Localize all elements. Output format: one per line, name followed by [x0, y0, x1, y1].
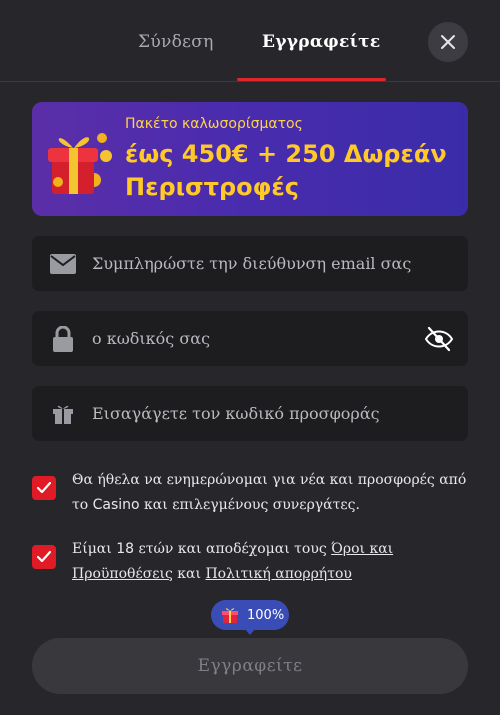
badge-pointer — [244, 628, 256, 635]
banner-title: έως 450€ + 250 Δωρεάν Περιστροφές — [125, 140, 447, 201]
close-icon — [441, 35, 455, 49]
privacy-policy-link[interactable]: Πολιτική απορρήτου — [205, 566, 351, 582]
register-submit-button[interactable]: Εγγραφείτε — [32, 638, 468, 694]
checkmark-icon — [37, 551, 51, 563]
bonus-progress-badge: 100% — [211, 600, 289, 630]
lock-icon — [50, 325, 76, 352]
terms-consent-text: Είμαι 18 ετών και αποδέχομαι τους Όροι κ… — [72, 541, 394, 582]
close-button[interactable] — [428, 22, 468, 62]
active-tab-indicator — [237, 78, 386, 81]
welcome-bonus-banner[interactable]: Πακέτο καλωσορίσματος έως 450€ + 250 Δωρ… — [32, 102, 468, 216]
checkmark-icon — [37, 482, 51, 494]
newsletter-checkbox[interactable] — [32, 476, 56, 500]
progress-percent: 100% — [247, 607, 285, 623]
gift-icon — [50, 401, 76, 427]
promo-code-field-container — [32, 386, 468, 441]
email-input[interactable] — [92, 236, 432, 291]
gift-box-icon — [48, 133, 112, 194]
email-field-container — [32, 236, 468, 291]
password-input[interactable] — [92, 311, 432, 366]
promo-code-input[interactable] — [92, 386, 432, 441]
hide-password-eye-icon[interactable] — [424, 326, 454, 352]
auth-tabs: Σύνδεση Εγγραφείτε — [0, 0, 500, 82]
banner-subtitle: Πακέτο καλωσορίσματος — [125, 116, 303, 132]
password-field-container — [32, 311, 468, 366]
envelope-icon — [50, 251, 76, 277]
terms-checkbox[interactable] — [32, 545, 56, 569]
newsletter-consent-text: Θα ήθελα να ενημερώνομαι για νέα και προ… — [72, 472, 467, 513]
tab-register[interactable]: Εγγραφείτε — [262, 32, 381, 52]
gift-icon — [222, 608, 238, 623]
tab-login[interactable]: Σύνδεση — [138, 32, 214, 52]
